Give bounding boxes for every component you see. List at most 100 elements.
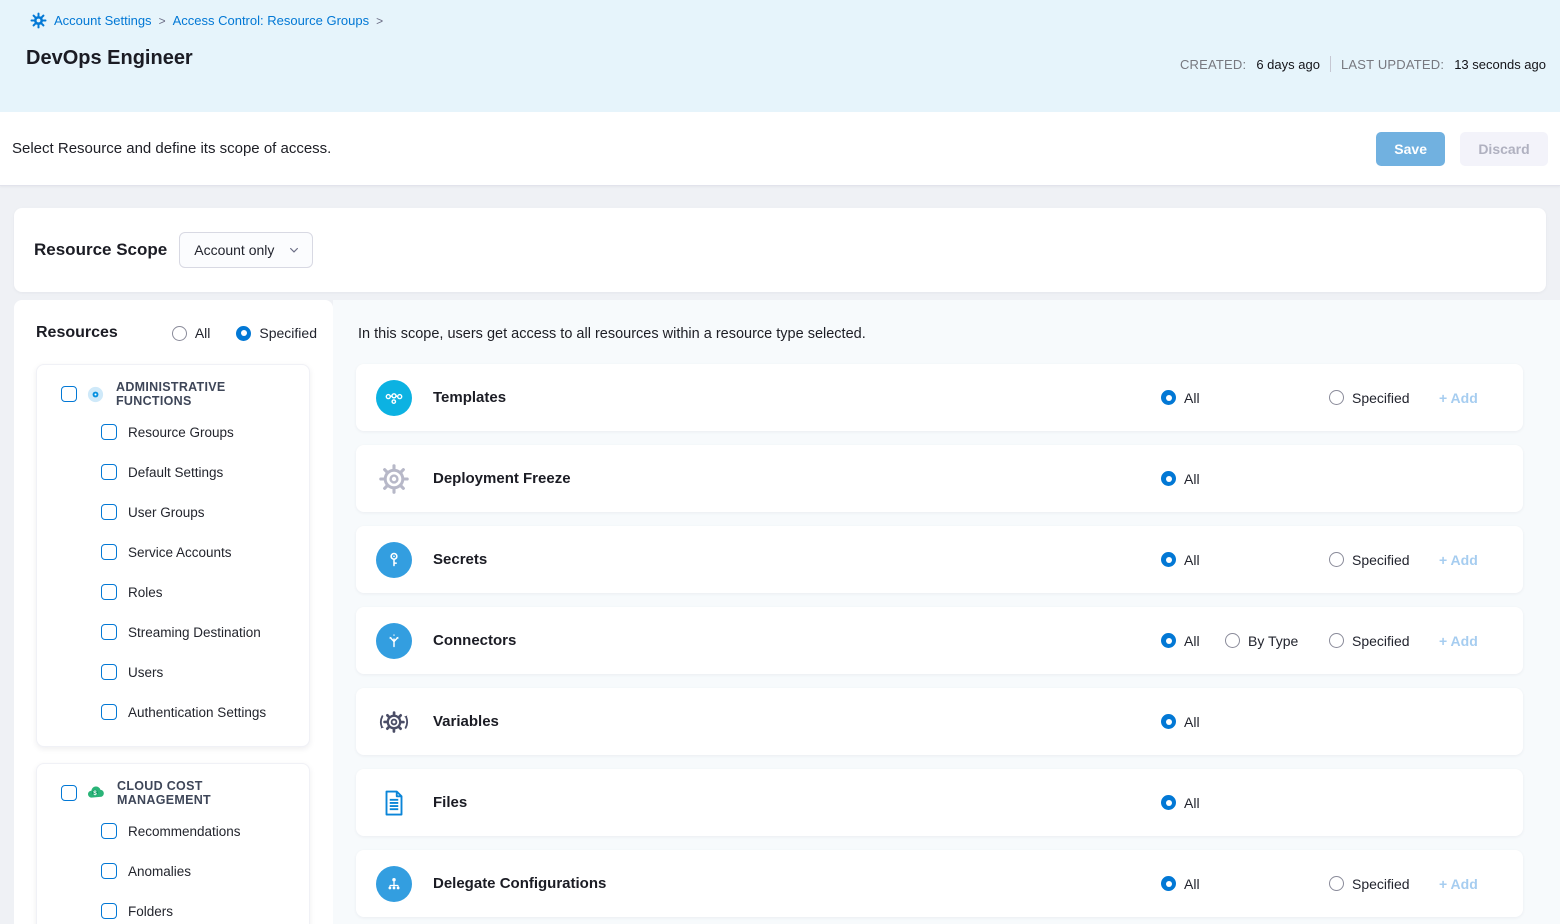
radio-icon[interactable]: [1161, 390, 1176, 405]
item-checkbox[interactable]: [101, 424, 117, 440]
item-label: Recommendations: [128, 824, 241, 839]
resource-scope-selected-value: Account only: [194, 242, 274, 258]
radio-icon[interactable]: [1161, 714, 1176, 729]
option-label: All: [1184, 795, 1200, 811]
row-options: All: [1161, 795, 1499, 811]
resource-group-administrative-functions: ADMINISTRATIVE FUNCTIONS Resource Groups…: [36, 364, 310, 747]
resources-sidebar: Resources All Specified: [14, 300, 333, 924]
radio-icon[interactable]: [1161, 552, 1176, 567]
templates-radio-specified[interactable]: Specified: [1329, 390, 1439, 406]
templates-radio-all[interactable]: All: [1161, 390, 1225, 406]
header-meta: CREATED: 6 days ago LAST UPDATED: 13 sec…: [1180, 56, 1546, 72]
sidebar-item-resource-groups[interactable]: Resource Groups: [61, 412, 299, 452]
connectors-radio-by-type[interactable]: By Type: [1225, 633, 1329, 649]
radio-icon[interactable]: [1329, 876, 1344, 891]
item-checkbox[interactable]: [101, 903, 117, 919]
resource-scope-label: Resource Scope: [34, 240, 167, 260]
radio-icon[interactable]: [1329, 552, 1344, 567]
resources-sidebar-header: Resources All Specified: [14, 300, 333, 348]
item-label: User Groups: [128, 505, 205, 520]
variables-radio-all[interactable]: All: [1161, 714, 1225, 730]
radio-icon[interactable]: [236, 326, 251, 341]
row-options: All By Type Specified + Add: [1161, 633, 1499, 649]
radio-specified-label: Specified: [259, 325, 317, 341]
item-checkbox[interactable]: [101, 704, 117, 720]
sidebar-item-anomalies[interactable]: Anomalies: [61, 851, 299, 891]
sidebar-item-folders[interactable]: Folders: [61, 891, 299, 924]
sidebar-item-recommendations[interactable]: Recommendations: [61, 811, 299, 851]
resource-scope-select[interactable]: Account only: [179, 232, 313, 268]
group-checkbox[interactable]: [61, 785, 77, 801]
deployment-freeze-radio-all[interactable]: All: [1161, 471, 1225, 487]
delegate-configurations-radio-all[interactable]: All: [1161, 876, 1225, 892]
row-options: All Specified + Add: [1161, 552, 1499, 568]
radio-icon[interactable]: [1161, 471, 1176, 486]
item-label: Service Accounts: [128, 545, 232, 560]
radio-icon[interactable]: [1329, 390, 1344, 405]
item-checkbox[interactable]: [101, 504, 117, 520]
resource-name: Deployment Freeze: [433, 470, 571, 487]
item-checkbox[interactable]: [101, 464, 117, 480]
secrets-radio-all[interactable]: All: [1161, 552, 1225, 568]
files-radio-all[interactable]: All: [1161, 795, 1225, 811]
sidebar-item-authentication-settings[interactable]: Authentication Settings: [61, 692, 299, 732]
created-value: 6 days ago: [1256, 57, 1320, 72]
radio-icon[interactable]: [1161, 633, 1176, 648]
item-label: Roles: [128, 585, 163, 600]
item-checkbox[interactable]: [101, 544, 117, 560]
item-checkbox[interactable]: [101, 823, 117, 839]
resources-radio-all[interactable]: All: [172, 325, 211, 341]
resource-name: Connectors: [433, 632, 516, 649]
templates-add-button[interactable]: + Add: [1439, 390, 1499, 406]
discard-button[interactable]: Discard: [1460, 132, 1548, 166]
chevron-down-icon: [288, 244, 300, 256]
radio-icon[interactable]: [1161, 876, 1176, 891]
sidebar-item-users[interactable]: Users: [61, 652, 299, 692]
breadcrumb-link-resource-groups[interactable]: Access Control: Resource Groups: [173, 13, 370, 28]
group-header[interactable]: $ CLOUD COST MANAGEMENT: [61, 779, 299, 807]
item-label: Streaming Destination: [128, 625, 261, 640]
option-label: All: [1184, 633, 1200, 649]
radio-all-label: All: [195, 325, 211, 341]
sidebar-item-streaming-destination[interactable]: Streaming Destination: [61, 612, 299, 652]
item-label: Anomalies: [128, 864, 191, 879]
item-checkbox[interactable]: [101, 624, 117, 640]
scope-info-text: In this scope, users get access to all r…: [358, 326, 1523, 342]
item-label: Users: [128, 665, 163, 680]
secrets-icon: [376, 542, 412, 578]
breadcrumb-link-account-settings[interactable]: Account Settings: [54, 13, 152, 28]
resources-radio-specified[interactable]: Specified: [236, 325, 317, 341]
row-options: All: [1161, 714, 1499, 730]
connectors-add-button[interactable]: + Add: [1439, 633, 1499, 649]
radio-icon[interactable]: [172, 326, 187, 341]
resource-row-variables: Variables All: [356, 688, 1523, 755]
sidebar-item-roles[interactable]: Roles: [61, 572, 299, 612]
resource-name: Templates: [433, 389, 506, 406]
connectors-radio-all[interactable]: All: [1161, 633, 1225, 649]
secrets-radio-specified[interactable]: Specified: [1329, 552, 1439, 568]
save-button[interactable]: Save: [1376, 132, 1445, 166]
item-checkbox[interactable]: [101, 664, 117, 680]
item-checkbox[interactable]: [101, 584, 117, 600]
connectors-radio-specified[interactable]: Specified: [1329, 633, 1439, 649]
group-label: CLOUD COST MANAGEMENT: [117, 779, 299, 807]
svg-text:$: $: [93, 790, 97, 797]
group-header[interactable]: ADMINISTRATIVE FUNCTIONS: [61, 380, 299, 408]
group-checkbox[interactable]: [61, 386, 77, 402]
variables-icon: [376, 704, 412, 740]
sidebar-item-user-groups[interactable]: User Groups: [61, 492, 299, 532]
radio-icon[interactable]: [1225, 633, 1240, 648]
radio-icon[interactable]: [1329, 633, 1344, 648]
item-checkbox[interactable]: [101, 863, 117, 879]
radio-icon[interactable]: [1161, 795, 1176, 810]
option-label: Specified: [1352, 876, 1410, 892]
secrets-add-button[interactable]: + Add: [1439, 552, 1499, 568]
delegate-configurations-radio-specified[interactable]: Specified: [1329, 876, 1439, 892]
option-label: All: [1184, 552, 1200, 568]
sidebar-item-service-accounts[interactable]: Service Accounts: [61, 532, 299, 572]
delegate-configurations-add-button[interactable]: + Add: [1439, 876, 1499, 892]
sidebar-item-default-settings[interactable]: Default Settings: [61, 452, 299, 492]
resource-types-panel: In this scope, users get access to all r…: [333, 300, 1560, 924]
resource-row-deployment-freeze: Deployment Freeze All: [356, 445, 1523, 512]
option-label: All: [1184, 876, 1200, 892]
